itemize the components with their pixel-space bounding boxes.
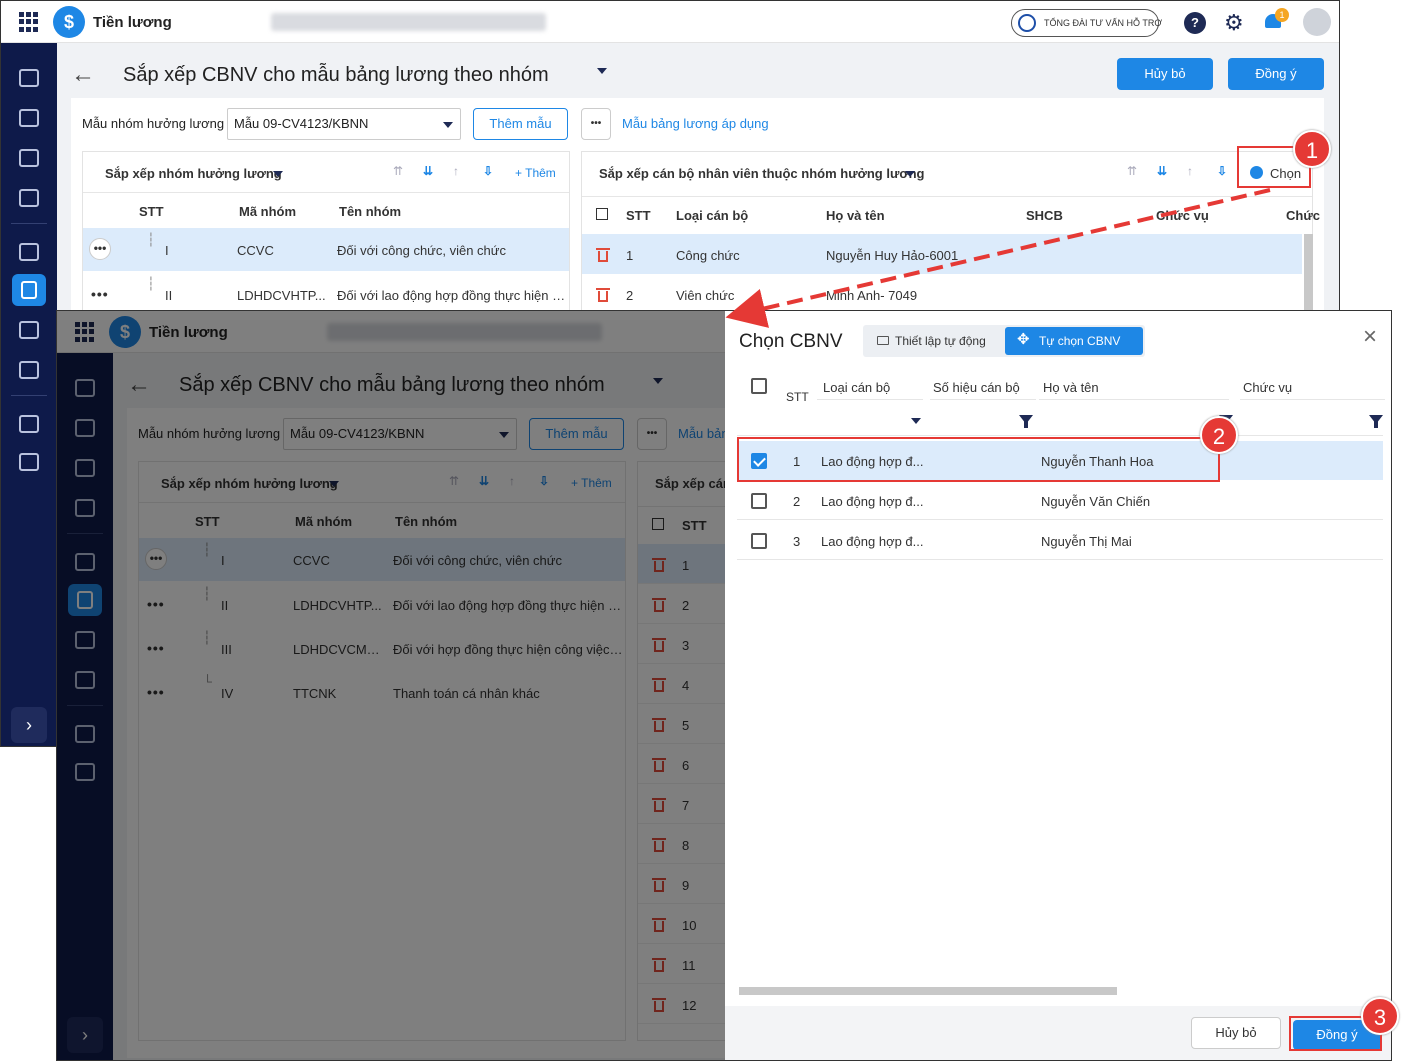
annotation-arrow	[725, 188, 1271, 328]
step-badge-3: 3	[1361, 997, 1399, 1035]
step-badge-1: 1	[1293, 130, 1331, 168]
step-badge-2: 2	[1200, 416, 1238, 454]
highlight-selected-row	[737, 437, 1220, 482]
